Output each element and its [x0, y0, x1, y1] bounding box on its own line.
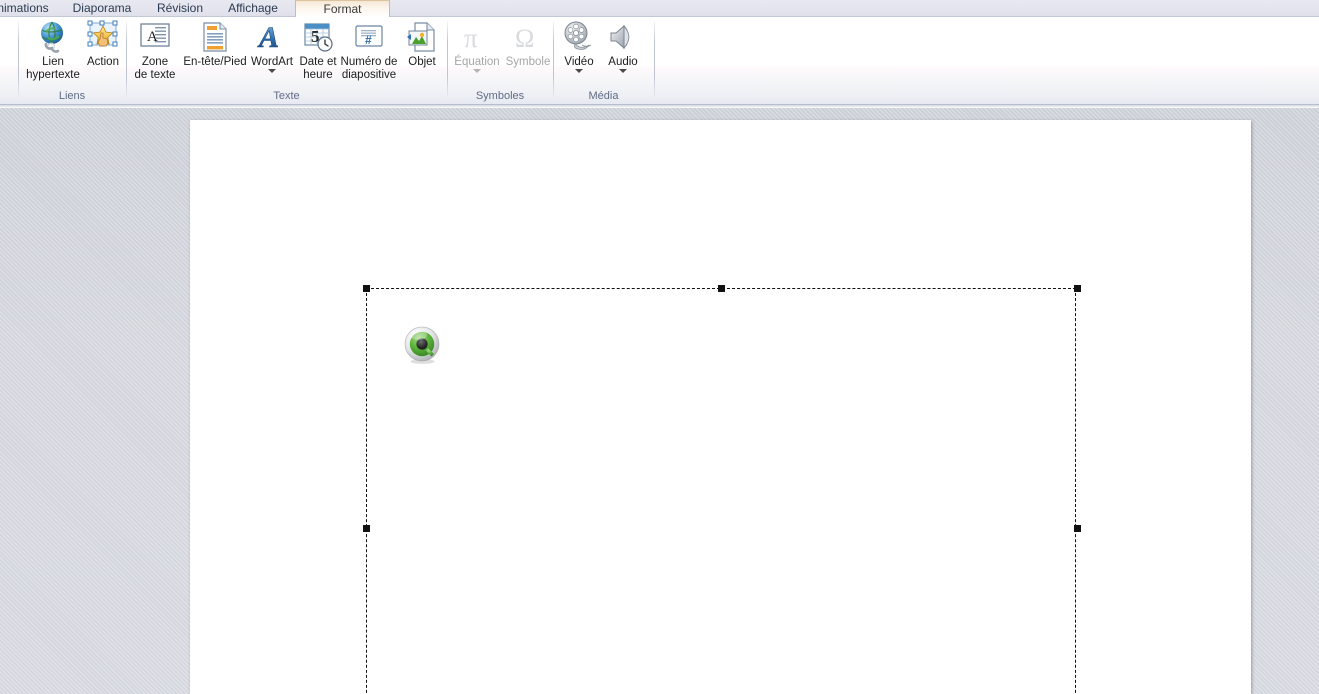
video-button[interactable]: Vidéo	[556, 20, 602, 73]
audio-button[interactable]: Audio	[600, 20, 646, 73]
en-tete-pied-label: En-tête/Pied	[183, 56, 247, 68]
wordart-label: WordArt	[251, 56, 293, 68]
lien-hypertexte-label-line2: hypertexte	[26, 69, 80, 81]
action-star-icon	[86, 20, 120, 54]
handle-middle-left[interactable]	[363, 525, 370, 532]
equation-button: π Équation	[449, 20, 505, 73]
wordart-dropdown-caret-icon[interactable]	[268, 69, 276, 73]
slide-canvas[interactable]	[190, 120, 1251, 694]
video-dropdown-caret-icon[interactable]	[575, 69, 583, 73]
application-window: AnimationsDiaporamaRévisionAffichage Form…	[0, 0, 1319, 694]
globe-link-icon	[36, 20, 70, 54]
zone-de-texte-button[interactable]: A Zone de texte	[130, 20, 180, 82]
speaker-icon	[606, 20, 640, 54]
svg-text:π: π	[464, 23, 478, 53]
tab-diaporama[interactable]: Diaporama	[62, 0, 142, 17]
lien-hypertexte-label: Lien	[42, 56, 64, 68]
lien-hypertexte-button[interactable]: Lien hypertexte	[24, 20, 82, 82]
equation-dropdown-caret-icon	[473, 69, 481, 73]
text-box-icon: A	[138, 20, 172, 54]
tab-r-vision[interactable]: Révision	[146, 0, 214, 17]
en-tete-pied-button[interactable]: En-tête/Pied	[182, 20, 248, 69]
audio-dropdown-caret-icon[interactable]	[619, 69, 627, 73]
tab-format[interactable]: Format	[295, 0, 390, 17]
objet-label: Objet	[408, 56, 436, 68]
audio-label: Audio	[608, 56, 638, 68]
zone-de-texte-label-line2: de texte	[134, 69, 176, 81]
quicktime-media-icon[interactable]	[403, 326, 442, 365]
symbole-label: Symbole	[505, 56, 551, 68]
ribbon-tab-strip: AnimationsDiaporamaRévisionAffichage Form…	[0, 0, 1319, 17]
numero-de-diapositive-button[interactable]: # Numéro de diapositive	[334, 20, 404, 82]
action-label: Action	[87, 56, 119, 68]
video-label: Vidéo	[564, 56, 594, 68]
ribbon-group-label: Texte	[273, 90, 300, 102]
ribbon-group-separator	[654, 21, 655, 97]
pi-icon: π	[460, 20, 494, 54]
zone-de-texte-label: Zone	[141, 56, 169, 68]
ribbon: Liens Lien hypertexte Action Texte A Zone d…	[0, 17, 1319, 105]
object-insert-icon	[405, 20, 439, 54]
handle-top-center[interactable]	[718, 285, 725, 292]
tab-animations[interactable]: Animations	[0, 0, 62, 17]
ribbon-group-label: Média	[588, 90, 619, 102]
svg-text:#: #	[365, 33, 372, 47]
quicktime-media-icon-art	[404, 326, 440, 364]
svg-text:Ω: Ω	[515, 24, 534, 53]
ribbon-group-label: Liens	[58, 90, 86, 102]
selected-object-placeholder[interactable]	[363, 285, 1081, 694]
handle-top-left[interactable]	[363, 285, 370, 292]
handle-top-right[interactable]	[1074, 285, 1081, 292]
wordart-button[interactable]: A WordArt	[246, 20, 298, 73]
omega-icon: Ω	[511, 20, 545, 54]
slide-number-icon: #	[352, 20, 386, 54]
action-button[interactable]: Action	[80, 20, 126, 69]
date-time-icon: 5	[301, 20, 335, 54]
tab-affichage[interactable]: Affichage	[216, 0, 290, 17]
handle-middle-right[interactable]	[1074, 525, 1081, 532]
svg-text:A: A	[257, 21, 279, 54]
slide-work-area[interactable]	[0, 108, 1319, 694]
objet-button[interactable]: Objet	[400, 20, 444, 69]
symbole-button: Ω Symbole	[502, 20, 554, 69]
ribbon-group-label: Symboles	[475, 90, 525, 102]
header-footer-icon	[198, 20, 232, 54]
numero-de-diapositive-label-line2: diapositive	[341, 69, 397, 81]
numero-de-diapositive-label: Numéro de	[340, 56, 398, 68]
film-reel-icon	[562, 20, 596, 54]
equation-label: Équation	[454, 56, 500, 68]
wordart-icon: A	[255, 20, 289, 55]
